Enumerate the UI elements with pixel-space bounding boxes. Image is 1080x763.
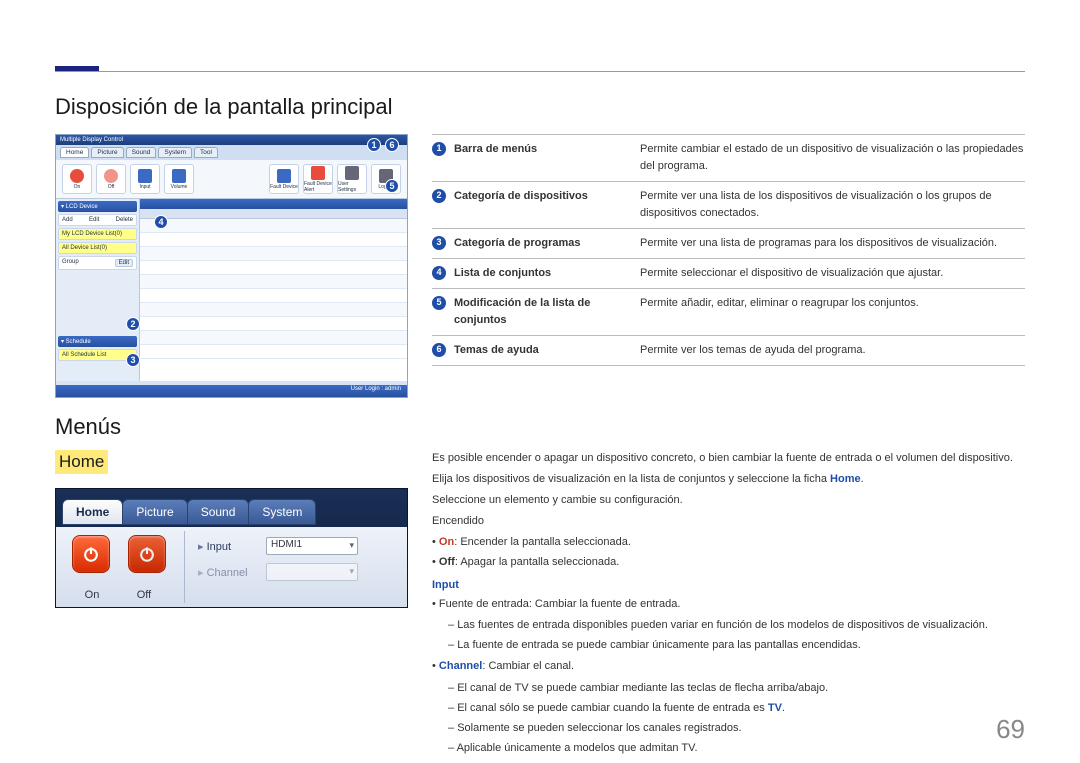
side-alllist: All Device List(0) — [58, 242, 137, 254]
badge-5: 5 — [432, 296, 446, 310]
input-subheading: Input — [432, 577, 1025, 594]
badge-3: 3 — [432, 236, 446, 250]
tool-on: On — [62, 164, 92, 194]
item-label: Categoría de programas — [454, 235, 632, 252]
hs-tab-system: System — [248, 499, 316, 525]
badge-2: 2 — [432, 189, 446, 203]
mdc-tab-picture: Picture — [91, 147, 123, 158]
callout-4: 4 — [154, 215, 168, 229]
callout-2: 2 — [126, 317, 140, 331]
mdc-screenshot: Multiple Display Control Home Picture So… — [55, 134, 408, 398]
items-table: 1 Barra de menús Permite cambiar el estado… — [432, 134, 1025, 366]
mdc-toolbar: On Off Input Volume Fault Device Fault D… — [56, 160, 407, 199]
item-desc: Permite ver los temas de ayuda del progr… — [640, 342, 1025, 359]
hs-tab-home: Home — [62, 499, 123, 525]
tool-volume: Volume — [164, 164, 194, 194]
item-desc: Permite seleccionar el dispositivo de vi… — [640, 265, 1025, 282]
channel-field: Channel ▾ — [198, 563, 358, 581]
hs-tab-sound: Sound — [187, 499, 250, 525]
item-label: Modificación de la lista de conjuntos — [454, 295, 632, 329]
channel-dropdown: ▾ — [266, 563, 358, 581]
item-row: 6 Temas de ayuda Permite ver los temas de … — [432, 336, 1025, 366]
item-row: 4 Lista de conjuntos Permite seleccionar e… — [432, 259, 1025, 289]
page-title: Disposición de la pantalla principal — [55, 94, 1025, 120]
mdc-tabs: Home Picture Sound System Tool — [56, 145, 407, 160]
item-row: 5 Modificación de la lista de conjuntos Pe… — [432, 289, 1025, 336]
item-label: Lista de conjuntos — [454, 265, 632, 282]
item-row: 3 Categoría de programas Permite ver una l… — [432, 229, 1025, 259]
tool-input: Input — [130, 164, 160, 194]
side-header-lcd: ▾ LCD Device — [58, 201, 137, 212]
page-number: 69 — [996, 714, 1025, 745]
mdc-titlebar: Multiple Display Control — [56, 135, 407, 145]
item-label: Temas de ayuda — [454, 342, 632, 359]
tool-fault: Fault Device — [269, 164, 299, 194]
header-rule — [55, 54, 1025, 72]
item-row: 2 Categoría de dispositivos Permite ver un… — [432, 182, 1025, 229]
mdc-tab-tool: Tool — [194, 147, 218, 158]
side-header-schedule: ▾ Schedule — [58, 336, 137, 347]
callout-6: 6 — [385, 138, 399, 152]
side-group: GroupEdit — [58, 256, 137, 270]
badge-6: 6 — [432, 343, 446, 357]
badge-4: 4 — [432, 266, 446, 280]
home-subheading: Home — [55, 450, 108, 474]
btn-on-label: On — [68, 589, 116, 601]
tool-fault-alert: Fault Device Alert — [303, 164, 333, 194]
badge-1: 1 — [432, 142, 446, 156]
mdc-grid — [140, 199, 407, 381]
item-desc: Permite ver una lista de programas para … — [640, 235, 1025, 252]
home-screenshot: Home Picture Sound System On — [55, 488, 408, 608]
callout-1: 1 — [367, 138, 381, 152]
item-row: 1 Barra de menús Permite cambiar el estado… — [432, 134, 1025, 182]
input-dropdown: HDMI1▾ — [266, 537, 358, 555]
home-description: Es posible encender o apagar un disposit… — [432, 450, 1025, 761]
mdc-tab-sound: Sound — [126, 147, 157, 158]
menus-heading: Menús — [55, 414, 1025, 440]
power-off-icon — [128, 535, 166, 573]
callout-3: 3 — [126, 353, 140, 367]
mdc-statusbar: User Login : admin — [56, 385, 407, 397]
btn-off-label: Off — [120, 589, 168, 601]
input-field: Input HDMI1▾ — [198, 537, 358, 555]
mdc-sidebar: ▾ LCD Device AddEditDelete My LCD Device… — [56, 199, 140, 381]
callout-5: 5 — [385, 179, 399, 193]
tool-usersettings: User Settings — [337, 164, 367, 194]
power-on-icon — [72, 535, 110, 573]
side-actions: AddEditDelete — [58, 214, 137, 226]
item-label: Categoría de dispositivos — [454, 188, 632, 205]
item-desc: Permite cambiar el estado de un disposit… — [640, 141, 1025, 175]
mdc-tab-system: System — [158, 147, 192, 158]
item-desc: Permite añadir, editar, eliminar o reagr… — [640, 295, 1025, 312]
tool-off: Off — [96, 164, 126, 194]
item-label: Barra de menús — [454, 141, 632, 158]
chevron-down-icon: ▾ — [349, 566, 354, 577]
mdc-tab-home: Home — [60, 147, 89, 158]
item-desc: Permite ver una lista de los dispositivo… — [640, 188, 1025, 222]
hs-tab-picture: Picture — [122, 499, 187, 525]
side-mylist: My LCD Device List(0) — [58, 228, 137, 240]
chevron-down-icon: ▾ — [349, 540, 354, 551]
